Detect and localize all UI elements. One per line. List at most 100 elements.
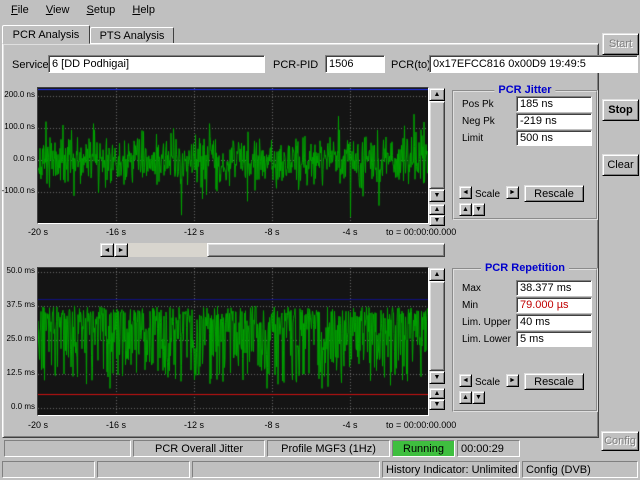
time-scroll-thumb[interactable] xyxy=(207,243,445,257)
jitter-scroll-down-button[interactable]: ▼ xyxy=(429,189,445,202)
status2-history: History Indicator: Unlimited xyxy=(382,461,520,478)
tab-pts-analysis[interactable]: PTS Analysis xyxy=(90,27,174,44)
jitter-offset-spinner[interactable]: ▲ ▼ xyxy=(429,204,445,226)
rep-xtick-0: -20 s xyxy=(16,420,60,430)
pcr-jitter-panel: PCR Jitter Pos Pk 185 ns Neg Pk -219 ns … xyxy=(452,90,598,220)
pcr-to-label: PCR(to) xyxy=(391,59,431,71)
down-arrow-icon: ▼ xyxy=(434,374,441,381)
rep-max-label: Max xyxy=(462,283,481,294)
jitter-xtick-4: -4 s xyxy=(328,227,372,237)
rep-lim-upper-value[interactable]: 40 ms xyxy=(516,314,592,330)
jitter-scroll-up-button[interactable]: ▲ xyxy=(429,88,445,101)
rep-scale-up-button[interactable]: ▲ xyxy=(459,391,472,404)
pcr-jitter-plot-area xyxy=(37,87,429,224)
status-empty-1 xyxy=(4,440,131,457)
rep-offset-up-button[interactable]: ▲ xyxy=(429,388,445,399)
menu-bar: File View Setup Help xyxy=(0,0,640,20)
down-arrow-icon: ▼ xyxy=(434,192,441,199)
right-arrow-icon: ► xyxy=(509,377,516,384)
rep-lim-lower-label: Lim. Lower xyxy=(462,334,511,345)
jitter-scroll-thumb[interactable] xyxy=(429,101,445,189)
rep-scale-left-button[interactable]: ◄ xyxy=(459,374,472,387)
jitter-scale-left-button[interactable]: ◄ xyxy=(459,186,472,199)
rep-scroll-track[interactable] xyxy=(429,281,445,371)
neg-pk-value: -219 ns xyxy=(516,113,592,129)
status2-empty-3 xyxy=(192,461,380,478)
rep-scroll-thumb[interactable] xyxy=(429,281,445,371)
rep-ytick-12: 12.5 ms xyxy=(0,368,35,377)
left-arrow-icon: ◄ xyxy=(462,377,469,384)
down-arrow-icon: ▼ xyxy=(475,206,482,213)
jitter-xtick-1: -16 s xyxy=(94,227,138,237)
pcr-pid-value-field[interactable]: 1506 xyxy=(325,55,385,73)
jitter-ytick-0: 0.0 ns xyxy=(0,154,35,163)
scroll-left-button[interactable]: ◄ xyxy=(100,243,114,257)
jitter-ytick-200: 200.0 ns xyxy=(0,90,35,99)
status2-empty-1 xyxy=(2,461,95,478)
menu-setup[interactable]: Setup xyxy=(80,2,123,18)
rep-vscrollbar[interactable]: ▲ ▼ xyxy=(429,268,445,384)
rep-scroll-up-button[interactable]: ▲ xyxy=(429,268,445,281)
status-running: Running xyxy=(392,440,455,457)
service-value-field[interactable]: 6 [DD Podhigai] xyxy=(48,55,265,73)
jitter-to-label: to = 00:00:00.000 xyxy=(386,227,456,237)
up-arrow-icon: ▲ xyxy=(434,206,441,213)
time-scroll-track[interactable] xyxy=(128,243,445,257)
menu-view[interactable]: View xyxy=(39,2,77,18)
jitter-xtick-2: -12 s xyxy=(172,227,216,237)
down-arrow-icon: ▼ xyxy=(434,217,441,224)
rep-xtick-3: -8 s xyxy=(250,420,294,430)
up-arrow-icon: ▲ xyxy=(462,394,469,401)
tab-pcr-analysis[interactable]: PCR Analysis xyxy=(2,25,90,44)
up-arrow-icon: ▲ xyxy=(434,390,441,397)
rep-offset-spinner[interactable]: ▲ ▼ xyxy=(429,388,445,410)
limit-value[interactable]: 500 ns xyxy=(516,130,592,146)
clear-button[interactable]: Clear xyxy=(602,154,639,176)
jitter-ytick-neg100: -100.0 ns xyxy=(0,186,35,195)
rep-xtick-1: -16 s xyxy=(94,420,138,430)
up-arrow-icon: ▲ xyxy=(434,91,441,98)
rep-min-value: 79.000 µs xyxy=(516,297,592,313)
jitter-scale-right-button[interactable]: ► xyxy=(506,186,519,199)
rep-to-label: to = 00:00:00.000 xyxy=(386,420,456,430)
scroll-right-button[interactable]: ► xyxy=(114,243,128,257)
rep-scroll-down-button[interactable]: ▼ xyxy=(429,371,445,384)
rep-ytick-25: 25.0 ms xyxy=(0,334,35,343)
stop-button[interactable]: Stop xyxy=(602,99,639,121)
rep-offset-down-button[interactable]: ▼ xyxy=(429,399,445,410)
rep-lim-lower-value[interactable]: 5 ms xyxy=(516,331,592,347)
pcr-repetition-canvas xyxy=(38,268,428,415)
jitter-vscrollbar[interactable]: ▲ ▼ xyxy=(429,88,445,202)
menu-help[interactable]: Help xyxy=(125,2,162,18)
up-arrow-icon: ▲ xyxy=(434,271,441,278)
menu-file[interactable]: File xyxy=(4,2,36,18)
pcr-to-value-field: 0x17EFCC816 0x00D9 19:49:5 xyxy=(429,55,638,73)
rep-rescale-button[interactable]: Rescale xyxy=(524,373,584,390)
pcr-repetition-panel: PCR Repetition Max 38.377 ms Min 79.000 … xyxy=(452,268,598,412)
right-arrow-icon: ► xyxy=(118,247,125,254)
rep-lim-upper-label: Lim. Upper xyxy=(462,317,511,328)
jitter-xtick-3: -8 s xyxy=(250,227,294,237)
rep-scale-down-button[interactable]: ▼ xyxy=(472,391,485,404)
start-button[interactable]: Start xyxy=(602,33,639,55)
up-arrow-icon: ▲ xyxy=(462,206,469,213)
jitter-scale-up-button[interactable]: ▲ xyxy=(459,203,472,216)
status-measurement: PCR Overall Jitter xyxy=(133,440,265,457)
pcr-pid-label: PCR-PID xyxy=(273,59,318,71)
jitter-scroll-track[interactable] xyxy=(429,101,445,189)
jitter-xtick-0: -20 s xyxy=(16,227,60,237)
rep-scale-right-button[interactable]: ► xyxy=(506,374,519,387)
jitter-offset-down-button[interactable]: ▼ xyxy=(429,215,445,226)
limit-label: Limit xyxy=(462,133,483,144)
jitter-scale-down-button[interactable]: ▼ xyxy=(472,203,485,216)
config-button[interactable]: Config xyxy=(601,431,639,451)
status2-empty-2 xyxy=(97,461,190,478)
service-label: Service xyxy=(12,59,49,71)
jitter-rescale-button[interactable]: Rescale xyxy=(524,185,584,202)
rep-xtick-4: -4 s xyxy=(328,420,372,430)
pcr-jitter-canvas xyxy=(38,88,428,223)
neg-pk-label: Neg Pk xyxy=(462,116,495,127)
time-hscrollbar[interactable]: ◄ ► xyxy=(100,243,445,257)
jitter-offset-up-button[interactable]: ▲ xyxy=(429,204,445,215)
right-arrow-icon: ► xyxy=(509,189,516,196)
